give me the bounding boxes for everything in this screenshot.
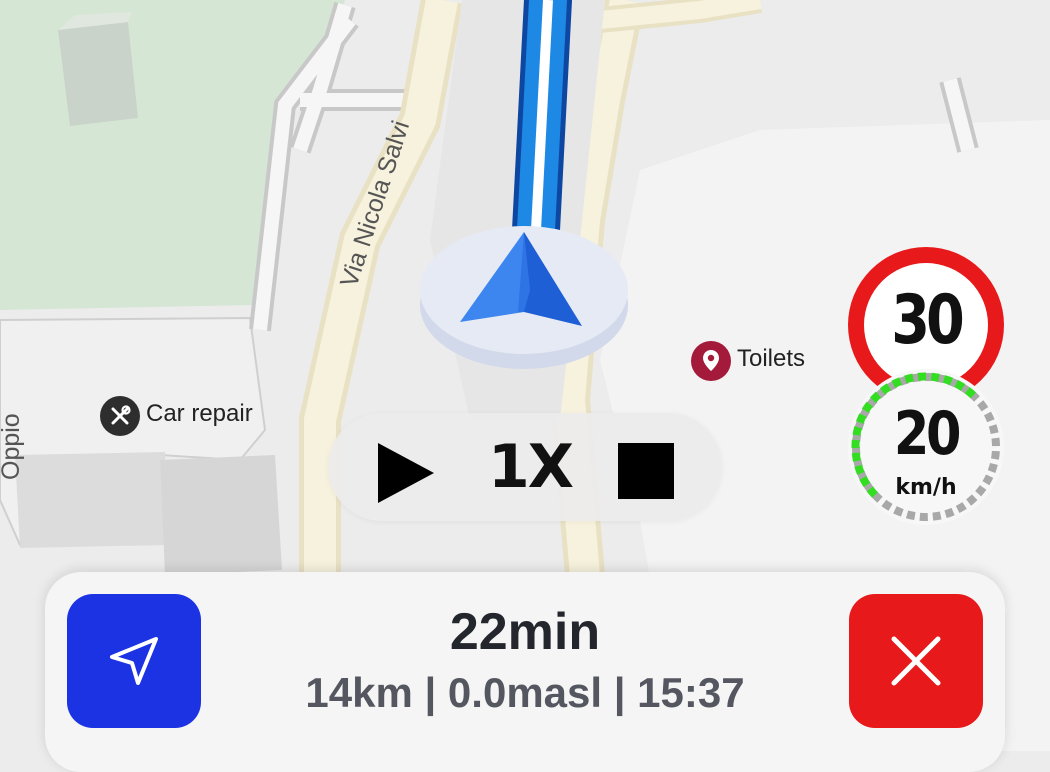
close-icon bbox=[891, 636, 941, 686]
close-navigation-button[interactable] bbox=[849, 594, 983, 728]
stop-icon[interactable] bbox=[618, 443, 674, 499]
trip-panel: 22min 14km | 0.0masl | 15:37 bbox=[45, 572, 1005, 772]
wrench-screwdriver-icon[interactable] bbox=[100, 396, 140, 436]
recenter-button[interactable] bbox=[67, 594, 201, 728]
building bbox=[58, 22, 138, 126]
poi-label-toilets[interactable]: Toilets bbox=[737, 345, 805, 373]
trip-details: 14km | 0.0masl | 15:37 bbox=[305, 669, 745, 716]
street-label: Oppio bbox=[0, 413, 25, 480]
poi-label-car-repair[interactable]: Car repair bbox=[146, 400, 253, 428]
navigation-arrow-icon bbox=[110, 637, 158, 685]
current-speed-value: 20 bbox=[893, 399, 962, 469]
speed-limit-value: 30 bbox=[891, 281, 965, 360]
playback-speed-button[interactable]: 1X bbox=[485, 436, 575, 498]
simulation-controls: 1X bbox=[328, 413, 722, 521]
map-pin-icon[interactable] bbox=[691, 341, 731, 381]
current-speed-gauge: 20 km/h bbox=[848, 369, 1004, 525]
current-speed-unit: km/h bbox=[895, 475, 957, 500]
play-icon[interactable] bbox=[376, 441, 436, 505]
trip-eta: 22min bbox=[449, 603, 601, 661]
